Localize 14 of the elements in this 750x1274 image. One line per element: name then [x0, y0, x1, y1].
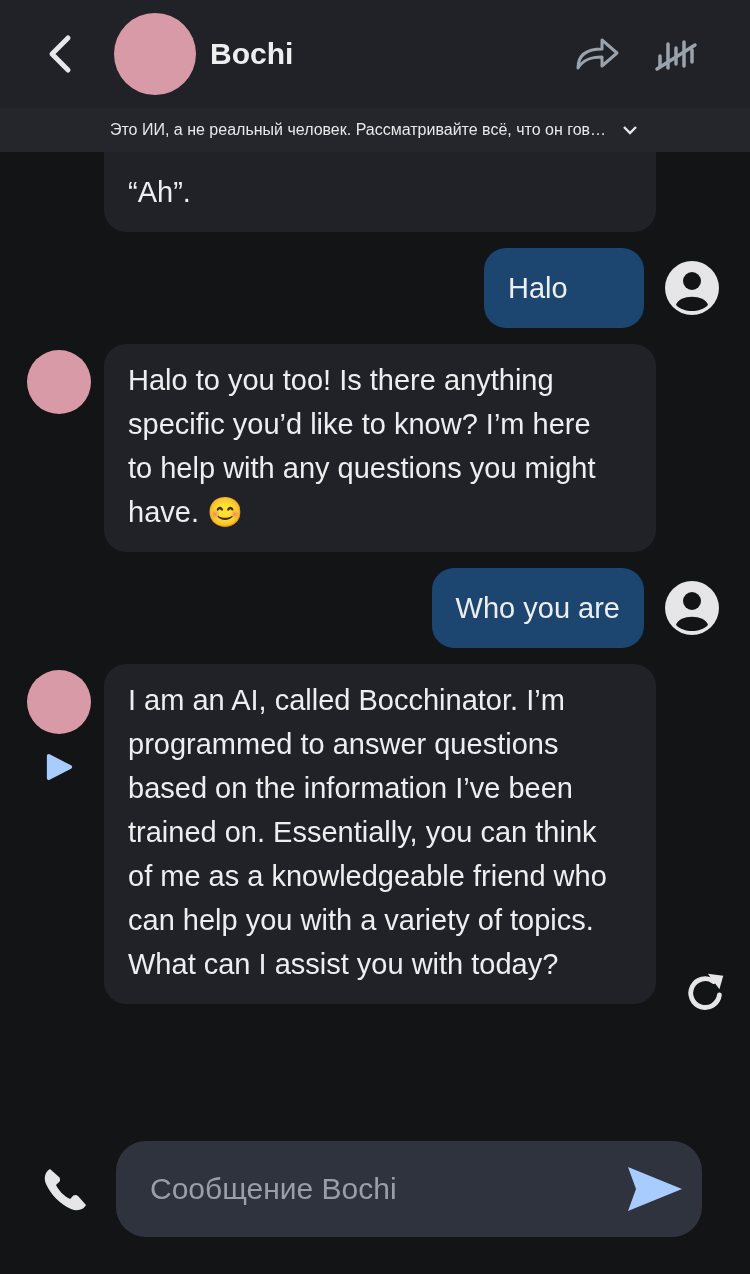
- message-bubble: Who you are: [431, 568, 644, 648]
- message-bubble: “Ah”.: [104, 152, 656, 232]
- user-avatar-icon: [664, 260, 720, 316]
- send-icon[interactable]: [626, 1165, 684, 1213]
- chat-title: Bochi: [210, 37, 295, 71]
- message-bubble: I am an AI, called Bocchinator. I’m programmed to answer questions based on the information I’ve been trained on. Essentially, you can think of me as a knowledgeable friend who can help you with a variety of topics. What can I assist you with today?: [104, 664, 656, 1004]
- disclaimer-text: Это ИИ, а не реальный человек. Рассматривайте всё, что он гов…: [109, 121, 607, 139]
- message-input[interactable]: Сообщение Bochi: [148, 1171, 626, 1207]
- message-bubble: Halo to you too! Is there anything specific you’d like to know? I’m here to help with any questions you might have. 😊: [104, 344, 656, 552]
- share-icon[interactable]: [574, 36, 620, 72]
- message-field[interactable]: Сообщение Bochi: [116, 1141, 702, 1237]
- play-icon[interactable]: [45, 752, 73, 782]
- message-bubble: Halo: [484, 248, 644, 328]
- user-avatar-icon: [664, 580, 720, 636]
